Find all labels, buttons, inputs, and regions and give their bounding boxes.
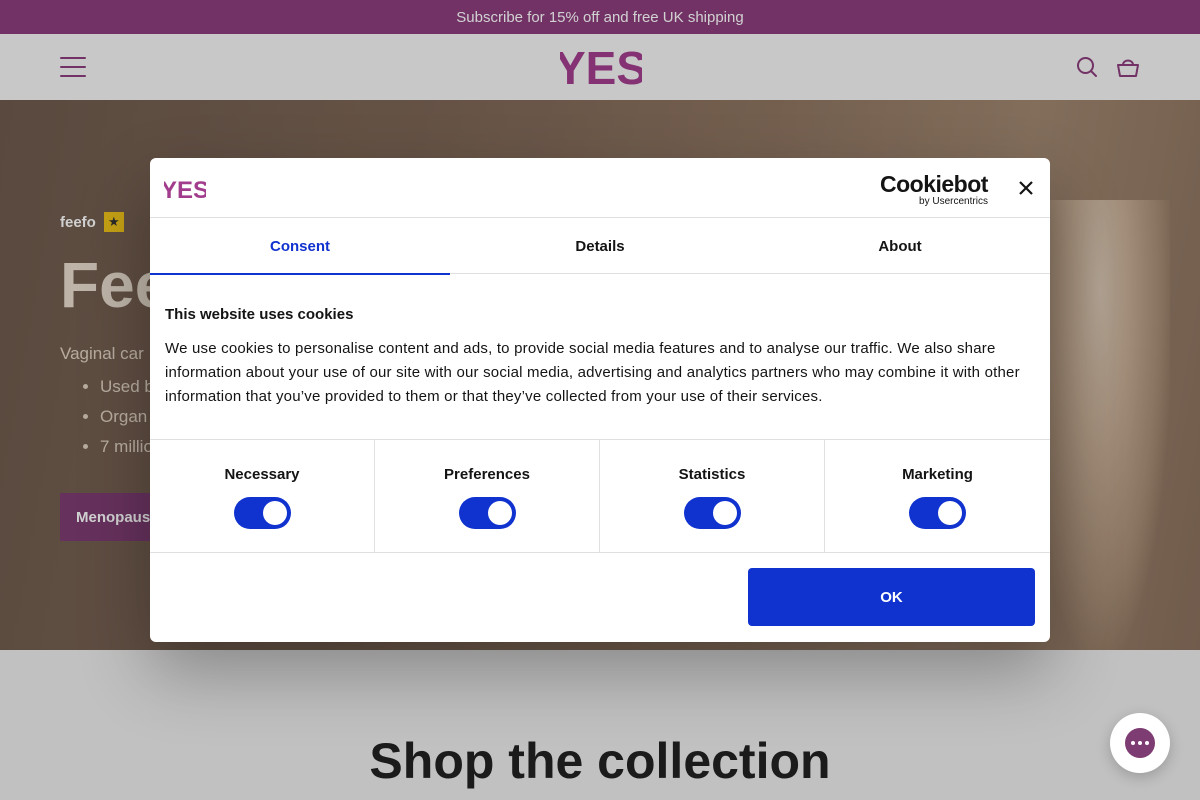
preferences-switch[interactable] [458, 497, 516, 529]
chat-dots-icon [1125, 728, 1155, 758]
dialog-body: This website uses cookies We use cookies… [165, 306, 1035, 409]
cookie-consent-dialog: YES Cookiebot by Usercentrics Consent De… [150, 158, 1050, 642]
tab-about[interactable]: About [750, 218, 1050, 274]
toggle-label: Necessary [224, 466, 300, 483]
ok-button[interactable]: OK [748, 568, 1035, 626]
consent-toggles: Necessary Preferences Statistics Marketi… [150, 439, 1050, 553]
toggle-statistics: Statistics [600, 440, 825, 552]
toggle-preferences: Preferences [375, 440, 600, 552]
chat-bubble-icon[interactable] [1110, 713, 1170, 773]
marketing-switch[interactable] [909, 497, 966, 529]
toggle-label: Statistics [678, 466, 746, 483]
tab-details[interactable]: Details [450, 218, 750, 274]
toggle-label: Preferences [444, 466, 530, 483]
necessary-switch[interactable] [233, 497, 291, 529]
dialog-tabs: Consent Details About [150, 218, 1050, 275]
cookiebot-by: by Usercentrics [919, 196, 988, 207]
dialog-logo-text: YES [164, 177, 206, 202]
cookiebot-name: Cookiebot [880, 171, 988, 197]
cookiebot-logo[interactable]: Cookiebot by Usercentrics [880, 172, 988, 208]
tab-consent[interactable]: Consent [150, 218, 450, 275]
toggle-necessary: Necessary [150, 440, 375, 552]
close-icon[interactable] [1016, 178, 1036, 198]
dialog-heading: This website uses cookies [165, 306, 354, 323]
statistics-switch[interactable] [683, 497, 741, 529]
dialog-description: We use cookies to personalise content an… [165, 340, 1020, 405]
toggle-label: Marketing [902, 466, 973, 483]
toggle-marketing: Marketing [825, 440, 1050, 552]
yes-logo: YES [164, 177, 206, 202]
dialog-header: YES Cookiebot by Usercentrics [150, 158, 1050, 218]
